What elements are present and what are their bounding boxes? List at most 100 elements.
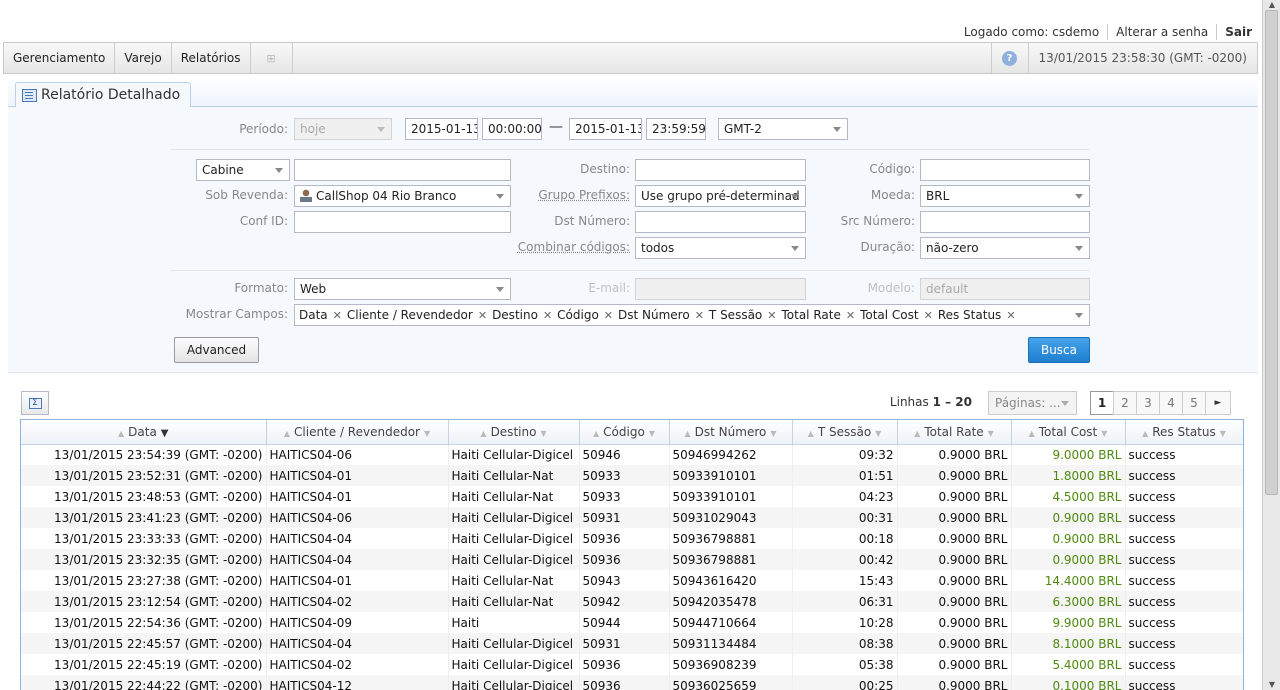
fields-multiselect[interactable]: Data ✕ Cliente / Revendedor ✕ Destino ✕ Cód… [294,304,1090,326]
table-cell: HAITICS04-01 [266,486,449,507]
formato-select[interactable]: Web [294,278,511,300]
page-4-button[interactable]: 4 [1159,391,1183,415]
table-cell: 0.9000 BRL [897,549,1012,570]
table-cell: 0.9000 BRL [897,612,1012,633]
remove-tag-icon[interactable]: ✕ [767,309,776,322]
table-row[interactable]: 13/01/2015 23:32:35 (GMT: -0200) HAITICS0… [21,549,1243,570]
table-row[interactable]: 13/01/2015 23:27:38 (GMT: -0200) HAITICS0… [21,570,1243,591]
page-2-button[interactable]: 2 [1113,391,1137,415]
column-header-data[interactable]: ▲ Data ▼ [21,420,267,445]
destino-input[interactable] [635,159,806,181]
table-cell: success [1125,465,1243,486]
conf-id-input[interactable] [294,211,511,233]
field-tag[interactable]: T Sessão ✕ [709,305,777,325]
combinar-codigos-select[interactable]: todos [635,237,806,259]
summary-button[interactable]: Σ [21,391,49,415]
column-header-total-rate[interactable]: ▲ Total Rate ▼ [897,420,1012,445]
column-header-total-cost[interactable]: ▲ Total Cost ▼ [1011,420,1126,445]
field-tag[interactable]: Dst Número ✕ [618,305,704,325]
tab-relatorio-detalhado[interactable]: Relatório Detalhado [15,82,192,108]
time-from-input[interactable]: 00:00:00 [482,118,542,140]
table-row[interactable]: 13/01/2015 22:45:57 (GMT: -0200) HAITICS0… [21,633,1243,654]
remove-tag-icon[interactable]: ✕ [924,309,933,322]
account-input[interactable] [294,159,511,181]
add-tab-icon[interactable]: ⊞ [251,43,293,73]
src-numero-input[interactable] [920,211,1090,233]
table-row[interactable]: 13/01/2015 22:44:22 (GMT: -0200) HAITICS0… [21,675,1243,690]
field-tag-label: Res Status [937,307,1002,322]
remove-tag-icon[interactable]: ✕ [846,309,855,322]
scroll-down-icon[interactable]: ▼ [1266,680,1278,690]
table-row[interactable]: 13/01/2015 23:52:31 (GMT: -0200) HAITICS0… [21,465,1243,486]
rows-info: Linhas 1 – 20 [890,395,972,409]
column-header-dst-numero[interactable]: ▲ Dst Número ▼ [669,420,793,445]
duracao-select[interactable]: não-zero [920,237,1090,259]
scroll-up-icon[interactable]: ▲ [1266,0,1278,10]
help-button[interactable]: ? [990,43,1029,73]
table-row[interactable]: 13/01/2015 22:54:36 (GMT: -0200) HAITICS0… [21,612,1243,633]
field-tag-label: Data [299,307,328,322]
field-tag[interactable]: Res Status ✕ [937,305,1016,325]
logout-link[interactable]: Sair [1216,24,1252,40]
page-5-button[interactable]: 5 [1182,391,1206,415]
date-from-input[interactable]: 2015-01-13 [405,118,478,140]
field-tag[interactable]: Total Rate ✕ [781,305,855,325]
pages-select[interactable]: Páginas: ... [988,391,1077,415]
vertical-scrollbar[interactable]: ▲ ▼ [1262,0,1280,690]
timezone-select[interactable]: GMT-2 [718,118,848,140]
table-cell: 00:25 [792,675,898,690]
table-row[interactable]: 13/01/2015 23:41:23 (GMT: -0200) HAITICS0… [21,507,1243,528]
sigma-icon: Σ [28,397,42,409]
table-cell: success [1125,549,1243,570]
column-header-codigo[interactable]: ▲ Código ▼ [579,420,670,445]
menu-item-gerenciamento[interactable]: Gerenciamento [4,43,116,73]
server-datetime: 13/01/2015 23:58:30 (GMT: -0200) [1038,51,1247,65]
remove-tag-icon[interactable]: ✕ [543,309,552,322]
field-tag[interactable]: Cliente / Revendedor ✕ [347,305,487,325]
period-select[interactable]: hoje [294,118,392,140]
column-header-res-status[interactable]: ▲ Res Status ▼ [1125,420,1243,445]
account-type-select[interactable]: Cabine [196,159,290,181]
table-row[interactable]: 13/01/2015 23:33:33 (GMT: -0200) HAITICS0… [21,528,1243,549]
field-tag[interactable]: Total Cost ✕ [860,305,933,325]
table-row[interactable]: 13/01/2015 22:45:19 (GMT: -0200) HAITICS0… [21,654,1243,675]
moeda-select[interactable]: BRL [920,185,1090,207]
remove-tag-icon[interactable]: ✕ [695,309,704,322]
reseller-select[interactable]: CallShop 04 Rio Branco [294,185,511,207]
field-tag[interactable]: Destino ✕ [492,305,552,325]
table-row[interactable]: 13/01/2015 23:48:53 (GMT: -0200) HAITICS0… [21,486,1243,507]
codigo-input[interactable] [920,159,1090,181]
date-to-input[interactable]: 2015-01-13 [569,118,642,140]
table-cell: 50933 [579,465,670,486]
table-cell: 50944 [579,612,670,633]
mostrar-campos-label: Mostrar Campos: [185,307,288,321]
column-header-cliente[interactable]: ▲ Cliente / Revendedor ▼ [266,420,449,445]
dst-numero-input[interactable] [635,211,806,233]
remove-tag-icon[interactable]: ✕ [604,309,613,322]
next-page-icon[interactable]: ► [1205,391,1231,415]
page-3-button[interactable]: 3 [1136,391,1160,415]
column-header-destino[interactable]: ▲ Destino ▼ [448,420,580,445]
menu-item-varejo[interactable]: Varejo [115,43,172,73]
main-menu: Gerenciamento Varejo Relatórios ⊞ ? 13/0… [3,42,1258,74]
field-tag[interactable]: Código ✕ [557,305,613,325]
table-row[interactable]: 13/01/2015 23:54:39 (GMT: -0200) HAITICS0… [21,444,1243,465]
table-cell: 50931 [579,633,670,654]
menu-item-relatorios[interactable]: Relatórios [172,43,251,73]
time-to-input[interactable]: 23:59:59 [646,118,706,140]
change-password-link[interactable]: Alterar a senha [1107,24,1216,40]
table-cell: 50936798881 [669,549,793,570]
table-cell: 1.8000 BRL [1011,465,1126,486]
table-cell: HAITICS04-01 [266,570,449,591]
advanced-button[interactable]: Advanced [174,337,259,363]
search-button[interactable]: Busca [1028,337,1090,363]
table-row[interactable]: 13/01/2015 23:12:54 (GMT: -0200) HAITICS0… [21,591,1243,612]
field-tag[interactable]: Data ✕ [299,305,342,325]
scroll-thumb[interactable] [1265,10,1278,495]
remove-tag-icon[interactable]: ✕ [333,309,342,322]
grupo-prefixos-select[interactable]: Use grupo pré-determinad [635,185,806,207]
column-header-t-sessao[interactable]: ▲ T Sessão ▼ [792,420,898,445]
page-1-button[interactable]: 1 [1090,391,1114,415]
remove-tag-icon[interactable]: ✕ [478,309,487,322]
remove-tag-icon[interactable]: ✕ [1006,309,1015,322]
